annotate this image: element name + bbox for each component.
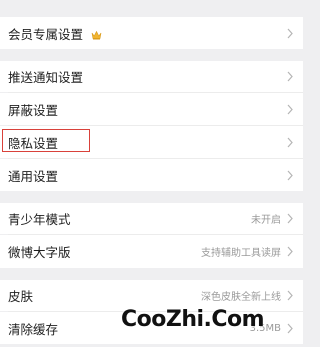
settings-row-large-font[interactable]: 微博大字版 支持辅助工具读屏 [0, 235, 303, 268]
chevron-right-icon [287, 170, 293, 180]
chevron-right-icon [287, 137, 293, 147]
row-value: 支持辅助工具读屏 [201, 248, 281, 259]
settings-screen: 会员专属设置 推送通知设置 屏蔽设置 隐私设置 通用设置 青少年模式 未开启 微… [0, 0, 303, 347]
top-gap [0, 0, 303, 16]
chevron-right-icon [287, 246, 293, 257]
row-value: 未开启 [251, 215, 281, 226]
row-label: 屏蔽设置 [8, 102, 59, 118]
row-label: 推送通知设置 [8, 70, 84, 85]
chevron-right-icon [287, 323, 293, 333]
chevron-right-icon [287, 104, 293, 114]
watermark: CooZhi.Com [121, 307, 265, 332]
row-label: 微博大字版 [8, 245, 71, 260]
row-label: 清除缓存 [8, 321, 59, 337]
chevron-right-icon [287, 290, 293, 301]
row-label: 会员专属设置 [8, 24, 102, 43]
settings-row-block[interactable]: 屏蔽设置 [0, 93, 303, 125]
settings-row-vip[interactable]: 会员专属设置 [0, 17, 303, 49]
row-label: 皮肤 [8, 289, 34, 304]
chevron-right-icon [287, 213, 293, 224]
crown-icon [91, 30, 102, 39]
row-label: 青少年模式 [8, 212, 71, 227]
settings-row-general[interactable]: 通用设置 [0, 159, 303, 191]
chevron-right-icon [287, 71, 293, 82]
chevron-right-icon [287, 28, 293, 38]
row-label: 通用设置 [8, 168, 59, 184]
row-value: 深色皮肤全新上线 [201, 292, 281, 303]
settings-row-push[interactable]: 推送通知设置 [0, 61, 303, 92]
settings-row-teen-mode[interactable]: 青少年模式 未开启 [0, 203, 303, 234]
highlight-box [2, 129, 90, 152]
